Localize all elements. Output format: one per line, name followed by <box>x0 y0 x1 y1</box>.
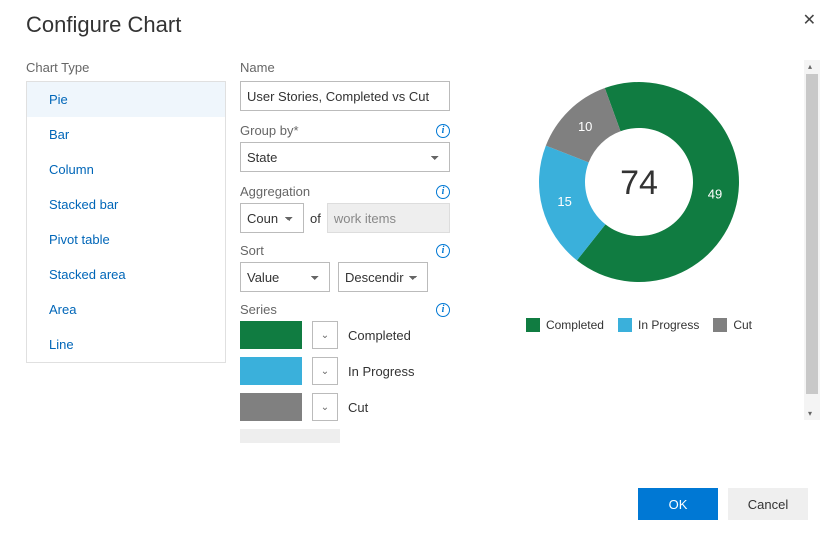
info-icon[interactable]: i <box>436 124 450 138</box>
legend-item: Cut <box>713 318 752 332</box>
series-color-dropdown[interactable]: ⌄ <box>312 357 338 385</box>
legend-item: In Progress <box>618 318 699 332</box>
chart-type-item-stacked-area[interactable]: Stacked area <box>27 257 225 292</box>
aggregation-of-input <box>327 203 450 233</box>
dialog-title: Configure Chart <box>26 12 814 38</box>
donut-slice-value: 10 <box>578 119 592 134</box>
series-row: ⌄ Cut <box>240 393 450 421</box>
series-color-swatch[interactable] <box>240 321 302 349</box>
info-icon[interactable]: i <box>436 303 450 317</box>
series-item-label: In Progress <box>348 364 414 379</box>
of-label: of <box>310 211 321 226</box>
scrollbar[interactable] <box>804 60 820 420</box>
series-color-swatch[interactable] <box>240 357 302 385</box>
series-list: ⌄ Completed ⌄ In Progress ⌄ Cut <box>240 321 450 421</box>
aggregation-label: Aggregation <box>240 184 310 199</box>
chart-type-item-bar[interactable]: Bar <box>27 117 225 152</box>
legend-label: Completed <box>546 318 604 332</box>
groupby-label: Group by* <box>240 123 299 138</box>
info-icon[interactable]: i <box>436 185 450 199</box>
sort-direction-select[interactable]: Descendir <box>338 262 428 292</box>
ok-button[interactable]: OK <box>638 488 718 520</box>
legend-swatch <box>713 318 727 332</box>
chart-type-item-line[interactable]: Line <box>27 327 225 362</box>
donut-total: 74 <box>620 164 658 202</box>
chart-type-label: Chart Type <box>26 60 226 75</box>
series-label: Series <box>240 302 277 317</box>
chart-type-item-pivot-table[interactable]: Pivot table <box>27 222 225 257</box>
close-icon[interactable]: ✕ <box>803 10 816 30</box>
donut-chart: 49 15 10 74 <box>509 64 769 304</box>
info-icon[interactable]: i <box>436 244 450 258</box>
series-item-label: Cut <box>348 400 368 415</box>
name-input[interactable] <box>240 81 450 111</box>
chart-type-item-pie[interactable]: Pie <box>27 82 225 117</box>
series-color-dropdown[interactable]: ⌄ <box>312 321 338 349</box>
series-color-dropdown[interactable]: ⌄ <box>312 393 338 421</box>
donut-slice-value: 15 <box>557 194 571 209</box>
legend-label: Cut <box>733 318 752 332</box>
series-placeholder <box>240 429 340 443</box>
legend-label: In Progress <box>638 318 699 332</box>
groupby-select[interactable]: State <box>240 142 450 172</box>
aggregation-func-select[interactable]: Coun <box>240 203 304 233</box>
chart-type-list: PieBarColumnStacked barPivot tableStacke… <box>26 81 226 363</box>
legend-item: Completed <box>526 318 604 332</box>
chart-type-item-area[interactable]: Area <box>27 292 225 327</box>
series-row: ⌄ In Progress <box>240 357 450 385</box>
chart-type-item-column[interactable]: Column <box>27 152 225 187</box>
chart-type-item-stacked-bar[interactable]: Stacked bar <box>27 187 225 222</box>
legend-swatch <box>618 318 632 332</box>
cancel-button[interactable]: Cancel <box>728 488 808 520</box>
chart-legend: Completed In Progress Cut <box>526 318 752 332</box>
name-label: Name <box>240 60 450 75</box>
series-row: ⌄ Completed <box>240 321 450 349</box>
legend-swatch <box>526 318 540 332</box>
series-item-label: Completed <box>348 328 411 343</box>
sort-label: Sort <box>240 243 264 258</box>
series-color-swatch[interactable] <box>240 393 302 421</box>
sort-field-select[interactable]: Value <box>240 262 330 292</box>
donut-slice-value: 49 <box>708 186 722 201</box>
